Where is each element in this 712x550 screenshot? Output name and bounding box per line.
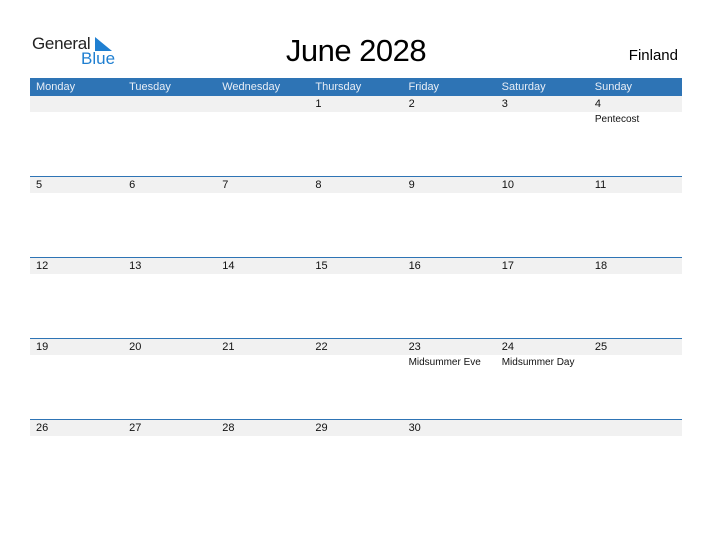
day-cell — [589, 420, 682, 501]
day-cell: 22 — [309, 339, 402, 420]
day-cell: 6 — [123, 177, 216, 258]
day-cell: 19 — [30, 339, 123, 420]
day-cell — [496, 420, 589, 501]
weekday-sunday: Sunday — [594, 81, 633, 93]
day-number: 18 — [594, 260, 608, 272]
day-cell: 16 — [403, 258, 496, 339]
day-number: 11 — [594, 179, 607, 191]
day-cell: 9 — [403, 177, 496, 258]
week-row: 19 20 21 22 23 Midsummer Eve 24 Midsummer Day 25 — [30, 338, 682, 420]
day-number: 8 — [315, 179, 322, 191]
day-cell: 25 — [589, 339, 682, 420]
day-cell: 15 — [309, 258, 402, 339]
day-cell: 13 — [123, 258, 216, 339]
week-row: 26 27 28 29 30 — [30, 419, 682, 501]
day-cell: 5 — [30, 177, 123, 258]
calendar-title: June 2028 — [285, 33, 427, 68]
day-number: 5 — [36, 179, 43, 191]
weekday-wednesday: Wednesday — [222, 81, 281, 93]
day-number: 10 — [501, 179, 514, 191]
day-number: 1 — [315, 98, 322, 110]
day-cell: 3 — [496, 96, 589, 177]
day-number: 9 — [408, 179, 415, 191]
day-cell — [216, 96, 309, 177]
country-label: Finland — [628, 47, 678, 64]
day-number: 3 — [501, 98, 508, 110]
day-cell: 4 Pentecost — [589, 96, 682, 177]
day-number: 28 — [222, 422, 235, 434]
day-number: 7 — [222, 179, 229, 191]
day-number: 13 — [129, 260, 142, 272]
day-number: 22 — [315, 341, 328, 353]
day-number: 30 — [408, 422, 421, 434]
day-number: 12 — [36, 260, 49, 272]
day-number: 21 — [222, 341, 235, 353]
day-cell: 20 — [123, 339, 216, 420]
week-row: 1 2 3 4 Pentecost — [30, 96, 682, 177]
day-cell: 18 — [589, 258, 682, 339]
day-cell: 10 — [496, 177, 589, 258]
day-number: 14 — [222, 260, 235, 272]
day-cell: 7 — [216, 177, 309, 258]
day-cell: 28 — [216, 420, 309, 501]
day-number: 27 — [129, 422, 142, 434]
day-number: 4 — [594, 98, 601, 110]
day-number: 15 — [315, 260, 328, 272]
day-cell: 14 — [216, 258, 309, 339]
weekday-thursday: Thursday — [315, 81, 362, 93]
weekday-friday: Friday — [408, 81, 440, 93]
day-number: 23 — [408, 341, 421, 353]
weekday-tuesday: Tuesday — [129, 81, 171, 93]
day-number: 29 — [315, 422, 328, 434]
day-number: 20 — [129, 341, 142, 353]
day-cell: 26 — [30, 420, 123, 501]
day-cell: 29 — [309, 420, 402, 501]
day-cell: 12 — [30, 258, 123, 339]
day-cell: 30 — [403, 420, 496, 501]
day-cell: 11 — [589, 177, 682, 258]
day-cell — [123, 96, 216, 177]
day-number: 17 — [501, 260, 514, 272]
day-cell: 27 — [123, 420, 216, 501]
day-number: 19 — [36, 341, 49, 353]
day-number: 26 — [36, 422, 49, 434]
day-cell: 21 — [216, 339, 309, 420]
day-number: 2 — [408, 98, 415, 110]
day-number: 25 — [594, 341, 608, 353]
holiday-label: Midsummer Eve — [408, 357, 481, 368]
day-cell: 1 — [309, 96, 402, 177]
weekday-monday: Monday — [36, 81, 76, 93]
week-row: 12 13 14 15 16 17 18 — [30, 257, 682, 339]
day-number: 16 — [408, 260, 421, 272]
holiday-label: Pentecost — [594, 114, 640, 125]
day-number: 24 — [501, 341, 514, 353]
day-cell: 23 Midsummer Eve — [403, 339, 496, 420]
day-number: 6 — [129, 179, 136, 191]
day-cell: 8 — [309, 177, 402, 258]
weekday-saturday: Saturday — [501, 81, 546, 93]
day-cell: 2 — [403, 96, 496, 177]
day-cell: 24 Midsummer Day — [496, 339, 589, 420]
day-cell: 17 — [496, 258, 589, 339]
holiday-label: Midsummer Day — [501, 357, 575, 368]
week-row: 5 6 7 8 9 10 11 — [30, 176, 682, 258]
weekday-header: Monday Tuesday Wednesday Thursday Friday… — [30, 78, 682, 96]
day-cell — [30, 96, 123, 177]
